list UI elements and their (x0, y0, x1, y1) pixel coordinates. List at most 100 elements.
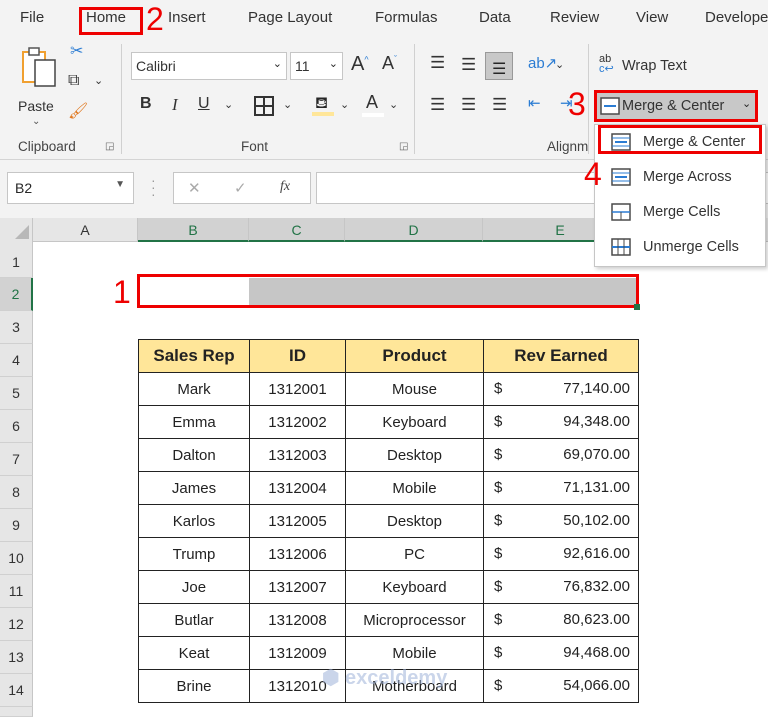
cell-sales-rep[interactable]: Karlos (138, 504, 250, 538)
row-header-5[interactable]: 5 (0, 377, 33, 410)
borders-icon[interactable] (254, 96, 274, 116)
row-header-10[interactable]: 10 (0, 542, 33, 575)
cell-sales-rep[interactable]: Mark (138, 372, 250, 406)
align-bottom-button[interactable]: ☰ (485, 52, 513, 80)
cell-sales-rep[interactable]: Keat (138, 636, 250, 670)
cell-sales-rep[interactable]: James (138, 471, 250, 505)
cell-id[interactable]: 1312003 (249, 438, 346, 472)
cell-product[interactable]: Microprocessor (345, 603, 484, 637)
cell-product[interactable]: Keyboard (345, 570, 484, 604)
align-center-icon[interactable]: ☰ (461, 96, 476, 113)
borders-dropdown-icon[interactable]: ⌄ (283, 100, 292, 111)
header-product[interactable]: Product (345, 339, 484, 373)
tab-file[interactable]: File (20, 9, 44, 26)
enter-icon[interactable]: ✓ (234, 179, 247, 197)
row-header-8[interactable]: 8 (0, 476, 33, 509)
fill-color-button[interactable]: ⛾ (312, 94, 334, 120)
header-sales-rep[interactable]: Sales Rep (138, 339, 250, 373)
insert-function-icon[interactable]: fx (280, 179, 290, 195)
menu-item-unmerge-cells[interactable]: Unmerge Cells (595, 232, 765, 262)
cell-sales-rep[interactable]: Joe (138, 570, 250, 604)
row-header-3[interactable]: 3 (0, 311, 33, 344)
column-header-a[interactable]: A (33, 218, 138, 242)
tab-page-layout[interactable]: Page Layout (248, 9, 332, 26)
shrink-font-icon[interactable]: Aˇ (382, 54, 397, 72)
menu-item-merge-cells[interactable]: Merge Cells (595, 197, 765, 227)
cell-rev-earned[interactable]: $71,131.00 (483, 471, 639, 505)
align-left-icon[interactable]: ☰ (430, 96, 445, 113)
cell-rev-earned[interactable]: $94,348.00 (483, 405, 639, 439)
cell-rev-earned[interactable]: $94,468.00 (483, 636, 639, 670)
grow-font-icon[interactable]: A^ (351, 54, 369, 74)
column-header-b[interactable]: B (138, 218, 249, 242)
row-header-9[interactable]: 9 (0, 509, 33, 542)
cell-sales-rep[interactable]: Butlar (138, 603, 250, 637)
cell-id[interactable]: 1312008 (249, 603, 346, 637)
header-id[interactable]: ID (249, 339, 346, 373)
tab-formulas[interactable]: Formulas (375, 9, 438, 26)
font-size-select[interactable]: 11 ⌄ (290, 52, 343, 80)
underline-button[interactable]: U (198, 96, 210, 112)
tab-insert[interactable]: Insert (168, 9, 206, 26)
dialog-launcher-icon[interactable]: ◲ (105, 142, 114, 152)
cell-rev-earned[interactable]: $50,102.00 (483, 504, 639, 538)
cell-sales-rep[interactable]: Trump (138, 537, 250, 571)
tab-review[interactable]: Review (550, 9, 599, 26)
row-header-13[interactable]: 13 (0, 641, 33, 674)
orientation-icon[interactable]: ab↗ (528, 56, 557, 71)
cell-id[interactable]: 1312002 (249, 405, 346, 439)
cell-sales-rep[interactable]: Dalton (138, 438, 250, 472)
row-header-6[interactable]: 6 (0, 410, 33, 443)
cell-rev-earned[interactable]: $54,066.00 (483, 669, 639, 703)
fill-dropdown-icon[interactable]: ⌄ (340, 100, 349, 111)
cell-id[interactable]: 1312004 (249, 471, 346, 505)
row-header-4[interactable]: 4 (0, 344, 33, 377)
cell-id[interactable]: 1312007 (249, 570, 346, 604)
row-header-7[interactable]: 7 (0, 443, 33, 476)
copy-icon[interactable]: ⧉ (68, 73, 79, 89)
font-color-button[interactable]: A (362, 92, 384, 118)
align-top-icon[interactable]: ☰ (430, 54, 445, 71)
cell-rev-earned[interactable]: $92,616.00 (483, 537, 639, 571)
row-header-11[interactable]: 11 (0, 575, 33, 608)
dialog-launcher-icon[interactable]: ◲ (399, 142, 408, 152)
fill-handle[interactable] (634, 304, 640, 310)
cell-id[interactable]: 1312005 (249, 504, 346, 538)
cell-id[interactable]: 1312001 (249, 372, 346, 406)
italic-button[interactable]: I (172, 96, 178, 113)
row-header-2[interactable]: 2 (0, 278, 33, 311)
row-header-1[interactable]: 1 (0, 242, 33, 278)
cell-sales-rep[interactable]: Brine (138, 669, 250, 703)
cell-product[interactable]: Mouse (345, 372, 484, 406)
decrease-indent-icon[interactable]: ⇤ (528, 96, 541, 111)
orientation-dropdown-icon[interactable]: ⌄ (555, 60, 564, 71)
menu-item-merge-across[interactable]: Merge Across (595, 162, 765, 192)
tab-view[interactable]: View (636, 9, 668, 26)
font-name-select[interactable]: Calibri ⌄ (131, 52, 287, 80)
column-header-d[interactable]: D (345, 218, 483, 242)
bold-button[interactable]: B (140, 96, 152, 112)
wrap-text-button[interactable]: ab c↩ Wrap Text (599, 54, 699, 78)
row-header-14[interactable]: 14 (0, 674, 33, 707)
cancel-icon[interactable]: ✕ (188, 179, 201, 197)
cell-sales-rep[interactable]: Emma (138, 405, 250, 439)
cell-id[interactable]: 1312006 (249, 537, 346, 571)
cell-rev-earned[interactable]: $77,140.00 (483, 372, 639, 406)
select-all-button[interactable] (0, 218, 33, 242)
paste-button[interactable]: Paste ⌄ (14, 46, 62, 127)
cell-rev-earned[interactable]: $76,832.00 (483, 570, 639, 604)
cell-product[interactable]: Mobile (345, 471, 484, 505)
font-color-dropdown-icon[interactable]: ⌄ (389, 100, 398, 111)
cell-product[interactable]: PC (345, 537, 484, 571)
format-painter-icon[interactable]: 🖌 (68, 104, 88, 120)
cell-product[interactable]: Keyboard (345, 405, 484, 439)
cell-rev-earned[interactable]: $80,623.00 (483, 603, 639, 637)
name-box[interactable]: B2 ▼ (7, 172, 134, 204)
column-header-c[interactable]: C (249, 218, 345, 242)
cell-rev-earned[interactable]: $69,070.00 (483, 438, 639, 472)
underline-dropdown-icon[interactable]: ⌄ (224, 100, 233, 111)
cell-product[interactable]: Desktop (345, 438, 484, 472)
cell-product[interactable]: Desktop (345, 504, 484, 538)
tab-developer[interactable]: Develope (705, 9, 768, 26)
cut-icon[interactable]: ✂ (70, 44, 83, 60)
